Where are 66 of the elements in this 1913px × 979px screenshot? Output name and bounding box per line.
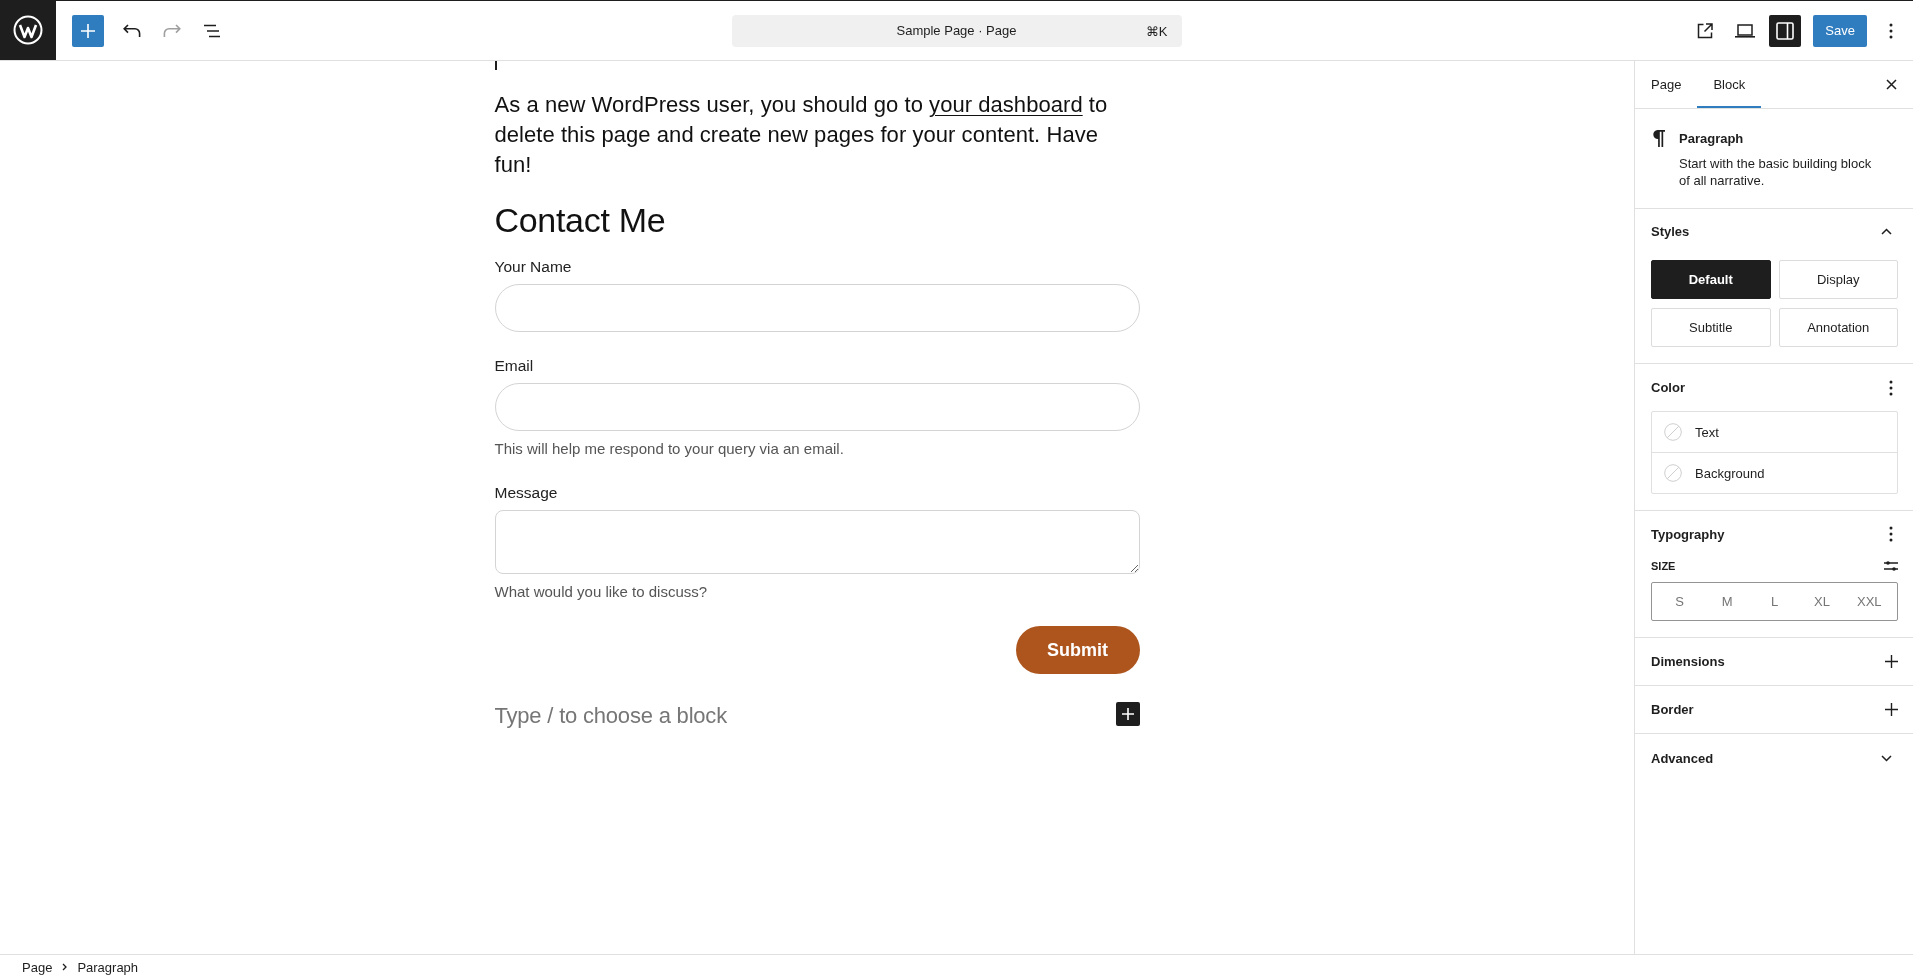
dots-icon: [1889, 22, 1893, 39]
size-option[interactable]: XL: [1798, 586, 1846, 617]
sliders-icon: [1884, 560, 1898, 572]
field-help-text: This will help me respond to your query via an email.: [494, 439, 845, 459]
custom-size-button[interactable]: [1881, 558, 1901, 574]
field-label: Email: [494, 356, 535, 376]
redo-icon: [163, 23, 181, 38]
color-item[interactable]: Background: [1652, 452, 1897, 493]
style-option[interactable]: Subtitle: [1651, 308, 1771, 347]
external-link-icon: [1697, 22, 1714, 39]
logo-icon: [13, 15, 43, 45]
size-option[interactable]: L: [1750, 586, 1799, 617]
dashboard-link[interactable]: your dashboard: [929, 92, 1083, 117]
keyboard-shortcut: ⌘K: [1145, 23, 1168, 39]
color-item[interactable]: Text: [1652, 412, 1897, 452]
plus-icon: [1121, 708, 1134, 720]
plus-icon: [1884, 655, 1898, 668]
breadcrumb-link[interactable]: Page: [22, 959, 53, 975]
field-help-text: What would you like to discuss?: [494, 582, 709, 602]
empty-swatch-icon: [1664, 464, 1682, 482]
size-option[interactable]: S: [1656, 586, 1704, 617]
size-option[interactable]: XXL: [1845, 586, 1894, 617]
paragraph-icon: [1653, 130, 1665, 147]
block-description: Start with the basic building block of all narrative.: [1679, 155, 1873, 189]
panel-title: Typography: [1651, 526, 1725, 542]
submit-button[interactable]: Submit: [1015, 626, 1140, 674]
panel-title: Color: [1651, 380, 1685, 395]
empty-swatch-icon: [1664, 423, 1682, 441]
style-option[interactable]: Annotation: [1778, 308, 1898, 347]
panel-title: Dimensions: [1651, 654, 1725, 669]
plus-icon: [81, 23, 95, 38]
settings-toggle-button[interactable]: [1769, 14, 1802, 47]
style-option[interactable]: Display: [1778, 260, 1898, 299]
close-icon: [1885, 79, 1897, 90]
style-option[interactable]: Default: [1651, 260, 1771, 299]
field-label: Your Name: [494, 257, 573, 277]
panel-toggle[interactable]: Styles: [1651, 209, 1898, 253]
dots-icon: [1889, 526, 1893, 542]
document-title: Sample Page · Page: [896, 23, 1017, 38]
size-option[interactable]: M: [1703, 586, 1751, 617]
textarea-field[interactable]: [494, 510, 1140, 574]
sidebar-icon: [1776, 21, 1795, 40]
paragraph: As a new WordPress user, you should go to your dashboard to delete this page and create new pages for your content. Have fun!: [494, 91, 1109, 179]
save-button[interactable]: Save: [1813, 14, 1867, 47]
block-inserter-button[interactable]: [72, 14, 104, 47]
block-prompt[interactable]: Type / to choose a block: [494, 701, 727, 731]
input-field[interactable]: [494, 383, 1140, 431]
dots-icon: [1889, 379, 1893, 396]
breadcrumb-current: Paragraph: [77, 959, 139, 975]
plus-icon: [1884, 703, 1898, 716]
size-label: SIZE: [1651, 560, 1676, 572]
add-block-button[interactable]: [1115, 702, 1140, 726]
chevron-right-icon: [62, 963, 68, 971]
undo-icon: [123, 23, 141, 38]
heading: Contact Me: [494, 200, 667, 240]
panel-title: Border: [1651, 702, 1694, 717]
sidebar-tab[interactable]: Page: [1635, 61, 1698, 108]
sidebar-tab[interactable]: Block: [1697, 61, 1762, 108]
logo-button[interactable]: [0, 0, 56, 60]
laptop-icon: [1735, 23, 1756, 38]
input-field[interactable]: [494, 284, 1140, 332]
field-label: Message: [494, 483, 559, 503]
list-icon: [203, 23, 221, 38]
panel-toggle[interactable]: Advanced: [1651, 734, 1898, 782]
command-bar[interactable]: Sample Page · Page ⌘K: [731, 14, 1182, 47]
block-title: Paragraph: [1679, 130, 1745, 147]
